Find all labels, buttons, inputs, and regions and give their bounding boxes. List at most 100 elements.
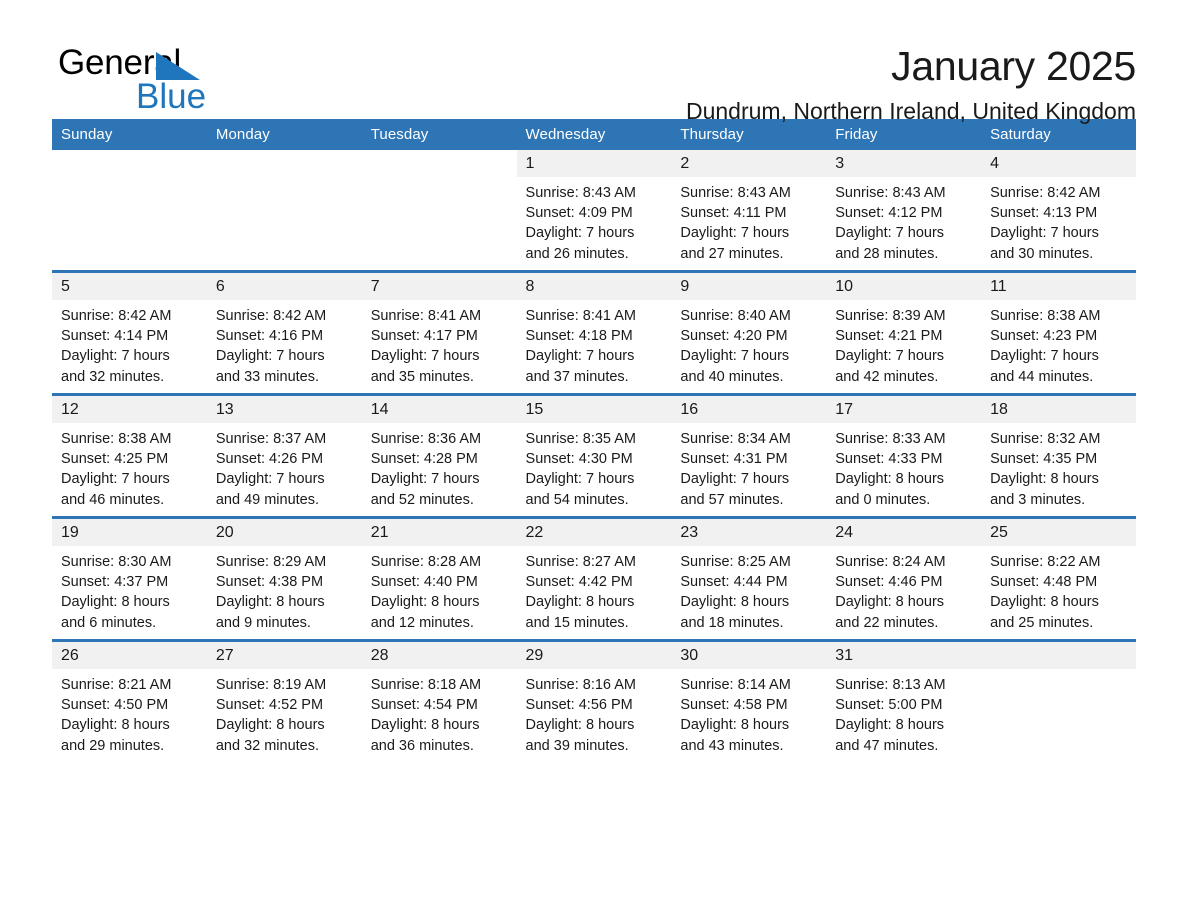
day-number: 19 xyxy=(61,524,79,541)
daylight-text-line2: and 44 minutes. xyxy=(990,368,1094,385)
daylight-text-line1: Daylight: 8 hours xyxy=(680,594,790,611)
day-number-band: 18 xyxy=(981,396,1136,423)
day-cell[interactable]: 22 Sunrise: 8:27 AM Sunset: 4:42 PM Dayligh… xyxy=(516,516,672,641)
sunset-text: Sunset: 4:21 PM xyxy=(835,328,943,345)
daylight-text-line2: and 36 minutes. xyxy=(370,737,474,754)
day-number-band: 29 xyxy=(516,642,672,669)
sunset-text: Sunset: 4:40 PM xyxy=(370,574,478,591)
day-number: 8 xyxy=(525,278,535,295)
day-cell-inner: 27 Sunrise: 8:19 AM Sunset: 4:52 PM Dayligh… xyxy=(206,642,362,762)
daylight-text-line1: Daylight: 7 hours xyxy=(215,348,325,365)
day-number: 7 xyxy=(370,278,380,295)
day-details: Sunrise: 8:42 AM Sunset: 4:16 PM Daylight:… xyxy=(207,300,362,387)
sunset-text: Sunset: 4:56 PM xyxy=(525,697,633,714)
daylight-text-line2: and 15 minutes. xyxy=(525,614,629,631)
day-number: 9 xyxy=(680,278,690,295)
daylight-text-line1: Daylight: 8 hours xyxy=(990,594,1099,611)
day-number-band xyxy=(207,150,362,177)
daylight-text-line1: Daylight: 8 hours xyxy=(990,471,1099,488)
day-number: 21 xyxy=(370,524,389,541)
day-details: Sunrise: 8:36 AM Sunset: 4:28 PM Daylight:… xyxy=(362,423,517,510)
day-details: Sunrise: 8:28 AM Sunset: 4:40 PM Daylight:… xyxy=(362,546,517,633)
day-number-band: 25 xyxy=(981,519,1136,546)
day-cell[interactable]: 24 Sunrise: 8:24 AM Sunset: 4:46 PM Dayligh… xyxy=(826,516,982,641)
day-cell[interactable]: 4 Sunrise: 8:42 AM Sunset: 4:13 PM Daylight… xyxy=(981,150,1136,272)
sunset-text: Sunset: 4:25 PM xyxy=(61,451,169,468)
day-cell[interactable]: 5 Sunrise: 8:42 AM Sunset: 4:14 PM Daylight… xyxy=(52,270,207,395)
daylight-text-line1: Daylight: 7 hours xyxy=(215,471,325,488)
day-number: 11 xyxy=(990,278,1007,295)
day-number-band: 16 xyxy=(671,396,827,423)
generalblue-logo: General Blue xyxy=(58,44,388,116)
day-cell[interactable]: 28 Sunrise: 8:18 AM Sunset: 4:54 PM Dayligh… xyxy=(361,639,517,762)
day-cell-inner: 30 Sunrise: 8:14 AM Sunset: 4:58 PM Dayligh… xyxy=(671,642,827,762)
sunrise-text: Sunrise: 8:27 AM xyxy=(525,554,636,570)
day-cell[interactable]: 30 Sunrise: 8:14 AM Sunset: 4:58 PM Dayligh… xyxy=(671,639,827,762)
day-cell[interactable]: 7 Sunrise: 8:41 AM Sunset: 4:17 PM Daylight… xyxy=(361,270,517,395)
day-cell[interactable]: 18 Sunrise: 8:32 AM Sunset: 4:35 PM Dayligh… xyxy=(981,393,1136,518)
day-details: Sunrise: 8:25 AM Sunset: 4:44 PM Daylight:… xyxy=(671,546,826,633)
day-cell[interactable]: 29 Sunrise: 8:16 AM Sunset: 4:56 PM Dayligh… xyxy=(516,639,672,762)
sunset-text: Sunset: 4:37 PM xyxy=(61,574,169,591)
day-cell[interactable]: 17 Sunrise: 8:33 AM Sunset: 4:33 PM Dayligh… xyxy=(826,393,982,518)
day-number-band xyxy=(362,150,517,177)
sunrise-text: Sunrise: 8:22 AM xyxy=(990,554,1101,570)
day-cell[interactable]: 25 Sunrise: 8:22 AM Sunset: 4:48 PM Dayligh… xyxy=(981,516,1136,641)
day-cell[interactable]: 1 Sunrise: 8:43 AM Sunset: 4:09 PM Daylight… xyxy=(516,150,672,272)
daylight-text-line1: Daylight: 8 hours xyxy=(835,471,945,488)
day-cell[interactable]: 16 Sunrise: 8:34 AM Sunset: 4:31 PM Dayligh… xyxy=(671,393,827,518)
day-cell[interactable]: 13 Sunrise: 8:37 AM Sunset: 4:26 PM Dayligh… xyxy=(206,393,362,518)
day-cell-inner: 1 Sunrise: 8:43 AM Sunset: 4:09 PM Daylight… xyxy=(516,150,672,270)
day-cell[interactable]: 3 Sunrise: 8:43 AM Sunset: 4:12 PM Daylight… xyxy=(826,150,982,272)
day-cell[interactable]: 11 Sunrise: 8:38 AM Sunset: 4:23 PM Dayligh… xyxy=(981,270,1136,395)
day-number: 3 xyxy=(835,155,845,172)
day-cell[interactable]: 20 Sunrise: 8:29 AM Sunset: 4:38 PM Dayligh… xyxy=(206,516,362,641)
day-cell[interactable] xyxy=(207,150,362,272)
day-cell[interactable]: 9 Sunrise: 8:40 AM Sunset: 4:20 PM Daylight… xyxy=(671,270,827,395)
day-number: 4 xyxy=(990,155,999,172)
page-header: General Blue January 2025 Dundrum, North… xyxy=(52,0,1136,124)
daylight-text-line1: Daylight: 7 hours xyxy=(61,348,170,365)
day-number-band: 7 xyxy=(361,273,517,300)
day-cell[interactable] xyxy=(981,639,1136,762)
day-number: 18 xyxy=(990,401,1008,418)
daylight-text-line2: and 29 minutes. xyxy=(61,737,165,754)
calendar-body: 1 Sunrise: 8:43 AM Sunset: 4:09 PM Daylight… xyxy=(52,150,1136,762)
day-cell[interactable]: 23 Sunrise: 8:25 AM Sunset: 4:44 PM Dayligh… xyxy=(671,516,827,641)
sunset-text: Sunset: 4:16 PM xyxy=(215,328,324,345)
day-number-band xyxy=(52,150,207,177)
day-cell[interactable]: 27 Sunrise: 8:19 AM Sunset: 4:52 PM Dayligh… xyxy=(206,639,362,762)
day-number: 14 xyxy=(370,401,389,418)
day-cell[interactable]: 2 Sunrise: 8:43 AM Sunset: 4:11 PM Daylight… xyxy=(671,150,827,272)
daylight-text-line2: and 39 minutes. xyxy=(525,737,629,754)
sunset-text: Sunset: 4:11 PM xyxy=(680,205,787,222)
sunrise-text: Sunrise: 8:32 AM xyxy=(990,431,1101,447)
day-number: 29 xyxy=(525,647,544,664)
daylight-text-line2: and 40 minutes. xyxy=(680,368,784,385)
day-cell[interactable]: 31 Sunrise: 8:13 AM Sunset: 5:00 PM Dayligh… xyxy=(826,639,982,762)
day-cell[interactable]: 10 Sunrise: 8:39 AM Sunset: 4:21 PM Dayligh… xyxy=(826,270,982,395)
day-cell[interactable]: 26 Sunrise: 8:21 AM Sunset: 4:50 PM Dayligh… xyxy=(52,639,207,762)
daylight-text-line1: Daylight: 7 hours xyxy=(525,225,635,242)
day-cell[interactable]: 15 Sunrise: 8:35 AM Sunset: 4:30 PM Dayligh… xyxy=(516,393,672,518)
daylight-text-line2: and 12 minutes. xyxy=(370,614,474,631)
day-details: Sunrise: 8:32 AM Sunset: 4:35 PM Daylight:… xyxy=(981,423,1136,510)
sunrise-text: Sunrise: 8:41 AM xyxy=(370,308,482,324)
sunrise-text: Sunrise: 8:43 AM xyxy=(525,185,636,201)
day-cell[interactable]: 8 Sunrise: 8:41 AM Sunset: 4:18 PM Daylight… xyxy=(516,270,672,395)
daylight-text-line1: Daylight: 7 hours xyxy=(990,225,1099,242)
day-cell[interactable]: 19 Sunrise: 8:30 AM Sunset: 4:37 PM Dayligh… xyxy=(52,516,207,641)
day-number-band xyxy=(981,642,1136,669)
daylight-text-line2: and 37 minutes. xyxy=(525,368,629,385)
day-cell[interactable]: 12 Sunrise: 8:38 AM Sunset: 4:25 PM Dayligh… xyxy=(52,393,207,518)
day-number-band: 10 xyxy=(826,273,982,300)
daylight-text-line1: Daylight: 7 hours xyxy=(61,471,170,488)
day-details: Sunrise: 8:39 AM Sunset: 4:21 PM Daylight:… xyxy=(826,300,981,387)
daylight-text-line2: and 33 minutes. xyxy=(215,368,320,385)
day-cell[interactable] xyxy=(52,150,207,272)
day-cell[interactable]: 14 Sunrise: 8:36 AM Sunset: 4:28 PM Dayligh… xyxy=(361,393,517,518)
day-cell[interactable] xyxy=(362,150,517,272)
sunset-text: Sunset: 4:18 PM xyxy=(525,328,633,345)
day-cell[interactable]: 21 Sunrise: 8:28 AM Sunset: 4:40 PM Dayligh… xyxy=(361,516,517,641)
day-cell[interactable]: 6 Sunrise: 8:42 AM Sunset: 4:16 PM Daylight… xyxy=(206,270,362,395)
